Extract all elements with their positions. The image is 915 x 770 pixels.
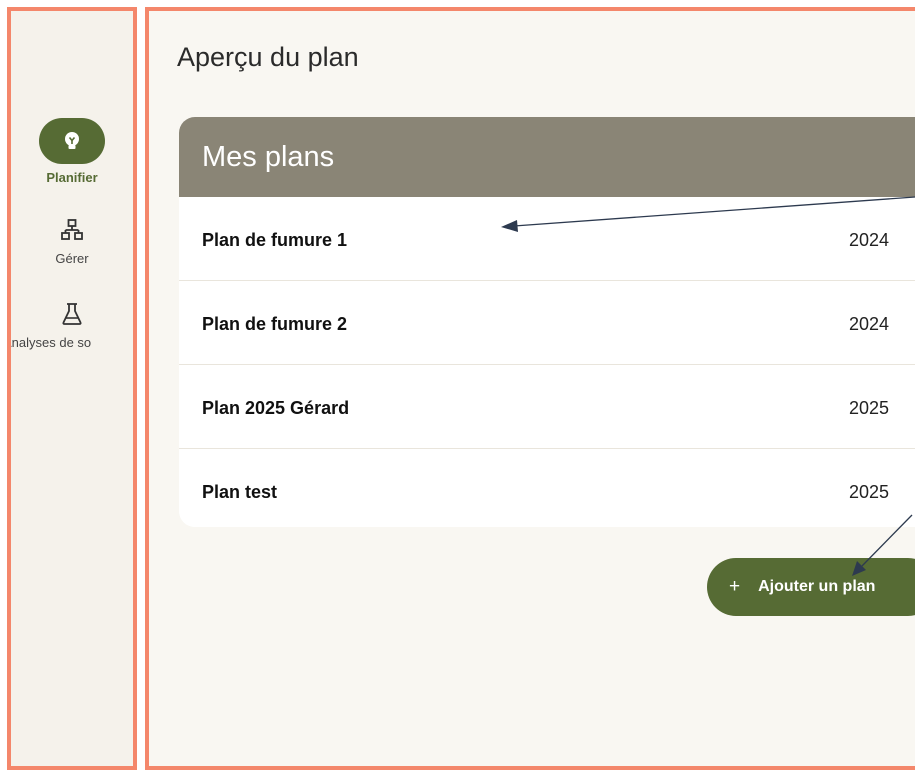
plan-year: 2024 (849, 230, 890, 250)
page-title: Aperçu du plan (177, 42, 359, 72)
sidebar: Planifier Gérer Analyses de so (7, 7, 137, 770)
plan-row[interactable]: Plan de fumure 1 2024 (179, 197, 915, 281)
sidebar-item-label: Planifier (46, 170, 98, 185)
plan-row[interactable]: Plan test 2025 (179, 449, 915, 527)
plan-name: Plan test (202, 482, 278, 502)
sidebar-item-analyses[interactable]: Analyses de so (11, 302, 133, 350)
plan-row[interactable]: Plan de fumure 2 2024 (179, 281, 915, 365)
card-title: Mes plans (202, 140, 335, 173)
plan-name: Plan de fumure 2 (202, 314, 348, 334)
add-plan-button[interactable]: + Ajouter un plan (707, 558, 915, 616)
screen: Planifier Gérer Analyses de so Aperçu du… (0, 0, 915, 770)
plan-name: Plan de fumure 1 (202, 230, 348, 250)
sidebar-item-label: Analyses de so (7, 335, 92, 350)
flask-icon (62, 303, 82, 325)
sidebar-item-gerer[interactable]: Gérer (11, 218, 133, 266)
sidebar-item-planifier[interactable]: Planifier (11, 118, 133, 185)
active-indicator (39, 118, 105, 164)
add-plan-label: Ajouter un plan (758, 578, 876, 595)
hierarchy-icon (61, 219, 83, 240)
main-panel: Aperçu du plan Mes plans Plan de fumure … (145, 7, 915, 770)
plan-row[interactable]: Plan 2025 Gérard 2025 (179, 365, 915, 449)
plans-card: Mes plans Plan de fumure 1 2024 Plan de … (179, 117, 915, 527)
lightbulb-icon (65, 132, 79, 149)
plan-year: 2024 (849, 314, 890, 334)
plus-icon: + (729, 576, 741, 597)
sidebar-item-label: Gérer (55, 251, 89, 266)
plan-year: 2025 (849, 482, 890, 502)
card-header: Mes plans (179, 117, 915, 197)
plan-year: 2025 (849, 398, 890, 418)
plan-name: Plan 2025 Gérard (202, 398, 350, 418)
